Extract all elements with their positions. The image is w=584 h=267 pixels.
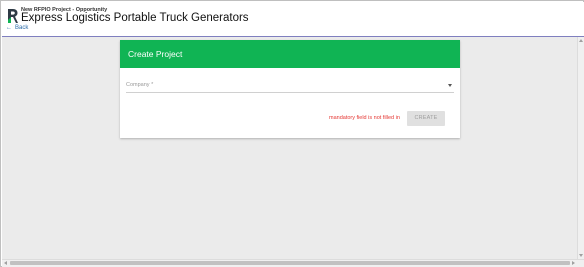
horizontal-scrollbar[interactable] [2,259,584,267]
chevron-down-icon[interactable] [448,84,452,87]
create-button[interactable]: CREATE [407,111,445,126]
scrollbar-thumb[interactable] [10,261,570,265]
page-header: New RFPIO Project - Opportunity Express … [2,2,584,37]
rfpio-logo-icon [8,9,18,23]
card-title: Create Project [128,49,183,59]
scroll-up-icon[interactable] [579,39,583,42]
card-header: Create Project [120,40,460,68]
app-window: New RFPIO Project - Opportunity Express … [0,0,584,267]
back-link[interactable]: ← Back [6,25,28,31]
company-select[interactable]: Company * [126,79,454,93]
validation-error-message: mandatory field is not filled in [329,115,400,121]
scroll-right-icon[interactable] [572,261,575,265]
back-label: Back [15,25,29,31]
scroll-down-icon[interactable] [579,254,583,257]
create-project-card: Create Project Company * mandatory field… [120,40,460,138]
main-content: Create Project Company * mandatory field… [2,37,584,259]
page-title: Express Logistics Portable Truck Generat… [21,12,249,24]
scroll-left-icon[interactable] [4,261,7,265]
vertical-scrollbar[interactable] [577,37,584,259]
arrow-left-icon: ← [6,25,12,31]
company-placeholder: Company * [126,82,154,88]
